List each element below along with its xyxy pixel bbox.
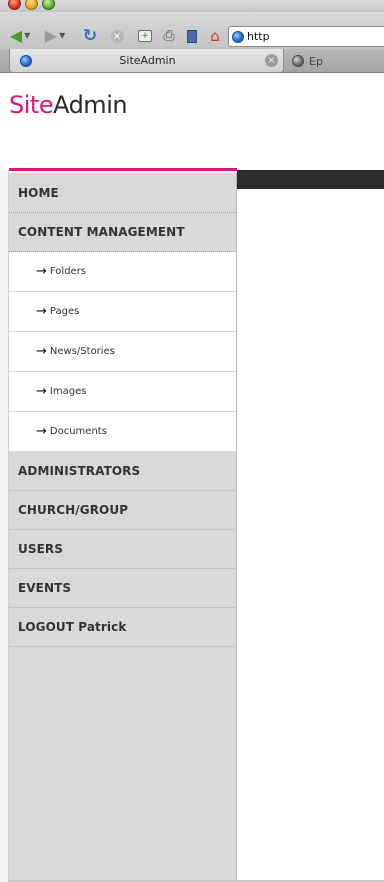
- sidebar-subitem-images[interactable]: → Images: [9, 372, 236, 412]
- logo-accent-line: [9, 168, 237, 171]
- sidebar-subitem-pages[interactable]: → Pages: [9, 292, 236, 332]
- back-arrow-icon[interactable]: ◀ ▼: [3, 26, 37, 46]
- sidebar-subitem-label: Folders: [49, 266, 87, 277]
- arrow-right-icon: →: [36, 304, 47, 319]
- zoom-window-icon[interactable]: [42, 0, 55, 10]
- url-text[interactable]: http: [247, 30, 270, 43]
- close-window-icon[interactable]: [8, 0, 21, 10]
- sidebar-subitem-folders[interactable]: → Folders: [9, 252, 236, 292]
- sidebar-nav: HOME CONTENT MANAGEMENT → Folders → Page…: [9, 173, 237, 882]
- arrow-right-icon: →: [36, 344, 47, 359]
- home-icon[interactable]: ⌂: [205, 26, 225, 46]
- sidebar-subitem-news-stories[interactable]: → News/Stories: [9, 332, 236, 372]
- minimize-window-icon[interactable]: [25, 0, 38, 10]
- bookmarks-icon[interactable]: [182, 26, 202, 46]
- site-logo[interactable]: SiteAdmin: [9, 91, 128, 119]
- tab-other[interactable]: Ep: [292, 49, 384, 73]
- logo-site: Site: [9, 91, 54, 119]
- tab-siteadmin[interactable]: SiteAdmin ×: [9, 49, 284, 73]
- tab-title: Ep: [309, 54, 323, 68]
- stop-icon[interactable]: ×: [107, 26, 127, 46]
- new-tab-icon[interactable]: +: [135, 26, 155, 46]
- header-dark-bar: [237, 170, 384, 189]
- sidebar-item-users[interactable]: USERS: [9, 530, 236, 569]
- arrow-right-icon: →: [36, 264, 47, 279]
- tab-strip: SiteAdmin × Ep: [0, 49, 384, 73]
- sidebar-subitem-label: News/Stories: [49, 346, 115, 357]
- reload-icon[interactable]: ↻: [80, 26, 100, 46]
- page-left-edge: [0, 73, 9, 882]
- sidebar-subitem-label: Images: [49, 386, 87, 397]
- forward-arrow-icon[interactable]: ▶ ▼: [40, 26, 70, 46]
- logo-admin: Admin: [53, 91, 128, 119]
- sidebar-subitem-label: Pages: [49, 306, 80, 317]
- close-tab-icon[interactable]: ×: [265, 54, 278, 67]
- chevron-down-icon[interactable]: ▼: [24, 32, 30, 40]
- sidebar-item-church-group[interactable]: CHURCH/GROUP: [9, 491, 236, 530]
- sidebar-subitem-documents[interactable]: → Documents: [9, 412, 236, 452]
- tab-title: SiteAdmin: [119, 54, 176, 67]
- print-icon[interactable]: ⎙: [159, 26, 179, 46]
- globe-icon: [292, 55, 304, 67]
- main-content: [237, 189, 384, 882]
- window-titlebar: [0, 0, 384, 12]
- sidebar-item-content-management[interactable]: CONTENT MANAGEMENT: [9, 213, 236, 252]
- sidebar-item-administrators[interactable]: ADMINISTRATORS: [9, 452, 236, 491]
- url-bar[interactable]: http: [228, 26, 384, 47]
- site-header: SiteAdmin: [0, 73, 384, 189]
- sidebar-subitem-label: Documents: [49, 426, 107, 437]
- chevron-down-icon[interactable]: ▼: [59, 32, 65, 40]
- sidebar-item-events[interactable]: EVENTS: [9, 569, 236, 608]
- sidebar-item-logout[interactable]: LOGOUT Patrick: [9, 608, 236, 647]
- sidebar-item-home[interactable]: HOME: [9, 173, 236, 213]
- arrow-right-icon: →: [36, 424, 47, 439]
- globe-icon: [232, 30, 244, 43]
- arrow-right-icon: →: [36, 384, 47, 399]
